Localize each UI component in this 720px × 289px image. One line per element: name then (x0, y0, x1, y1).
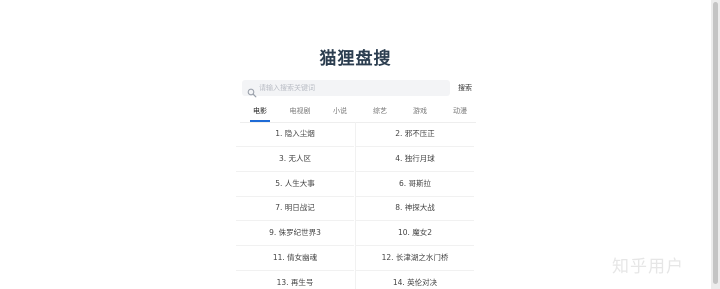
tab-anime[interactable]: 动漫 (440, 102, 480, 120)
list-item[interactable]: 9. 侏罗纪世界3 (236, 221, 354, 246)
tab-movies[interactable]: 电影 (240, 102, 280, 120)
list-item[interactable]: 14. 英伦对决 (356, 271, 474, 289)
list-item[interactable]: 6. 哥斯拉 (356, 172, 474, 197)
scrollbar-thumb[interactable] (713, 2, 718, 284)
watermark: 知乎用户 (612, 257, 684, 277)
search-input[interactable] (259, 80, 445, 96)
search-box (242, 80, 450, 98)
list-item[interactable]: 3. 无人区 (236, 147, 354, 172)
tab-tv-series[interactable]: 电视剧 (280, 102, 320, 120)
list-item[interactable]: 7. 明日战记 (236, 196, 354, 221)
list-item[interactable]: 11. 倩女幽魂 (236, 246, 354, 271)
list-item[interactable]: 10. 魔女2 (356, 221, 474, 246)
tab-variety[interactable]: 综艺 (360, 102, 400, 120)
list-item[interactable]: 8. 神探大战 (356, 196, 474, 221)
search-button[interactable]: 搜索 (453, 80, 477, 96)
list-item[interactable]: 13. 再生号 (236, 271, 354, 289)
list-item[interactable]: 12. 长津湖之水门桥 (356, 246, 474, 271)
vertical-scrollbar[interactable] (711, 0, 720, 289)
list-item[interactable]: 2. 邪不压正 (356, 122, 474, 147)
tab-novels[interactable]: 小说 (320, 102, 360, 120)
page: 猫狸盘搜 搜索 电影 电视剧 小说 综艺 游戏 动漫 1. 隐入尘烟 2. 邪不… (0, 0, 711, 289)
category-tabs: 电影 电视剧 小说 综艺 游戏 动漫 (240, 102, 480, 122)
list-item[interactable]: 4. 独行月球 (356, 147, 474, 172)
list-item[interactable]: 5. 人生大事 (236, 172, 354, 197)
search-icon (247, 83, 257, 98)
tab-games[interactable]: 游戏 (400, 102, 440, 120)
list-item[interactable]: 1. 隐入尘烟 (236, 122, 354, 147)
site-title: 猫狸盘搜 (319, 49, 392, 69)
